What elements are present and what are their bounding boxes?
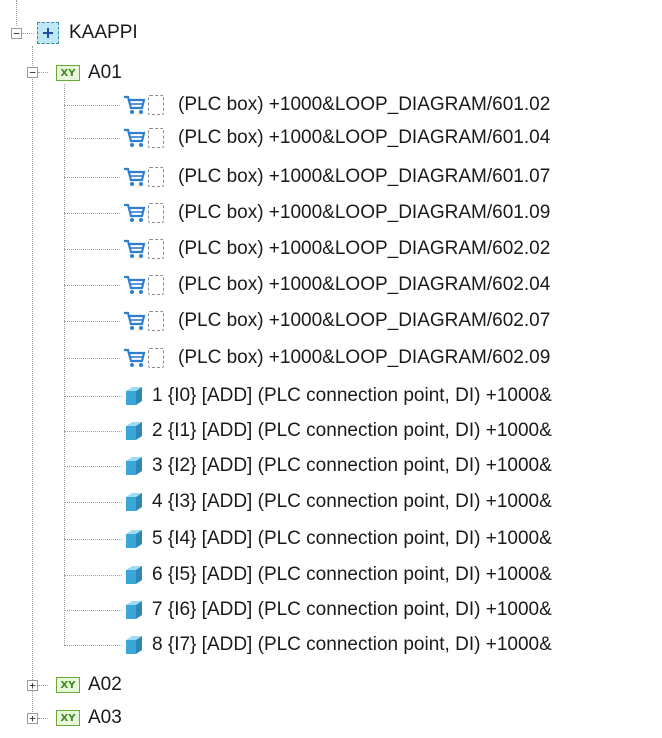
tree-connector-plc-5 bbox=[64, 249, 120, 250]
connection-point-label: 4 {I3} [ADD] (PLC connection point, DI) … bbox=[152, 491, 552, 512]
tree-connector-plc-1 bbox=[64, 105, 120, 106]
tree-connector-root bbox=[22, 33, 34, 34]
cube-icon bbox=[126, 457, 142, 475]
tree-connector-plc-6 bbox=[64, 285, 120, 286]
tree-node-a03-label: A03 bbox=[88, 707, 122, 728]
connection-point-label: 1 {I0} [ADD] (PLC connection point, DI) … bbox=[152, 385, 552, 406]
tree-node-plc-box[interactable]: (PLC box) +1000&LOOP_DIAGRAM/601.02 bbox=[122, 89, 550, 121]
connection-point-label: 7 {I6} [ADD] (PLC connection point, DI) … bbox=[152, 599, 552, 620]
tree-node-root[interactable]: KAAPPI bbox=[37, 17, 138, 49]
tree-node-a01[interactable]: XY A01 bbox=[56, 57, 122, 89]
tree-node-connection-point[interactable]: 1 {I0} [ADD] (PLC connection point, DI) … bbox=[124, 380, 552, 412]
tree-connector-cp-1 bbox=[64, 396, 122, 397]
plc-box-label: (PLC box) +1000&LOOP_DIAGRAM/602.07 bbox=[178, 310, 551, 331]
tree-node-root-label: KAAPPI bbox=[69, 22, 138, 43]
tree-node-connection-point[interactable]: 5 {I4} [ADD] (PLC connection point, DI) … bbox=[124, 523, 552, 555]
a02-expand-toggle[interactable]: + bbox=[27, 680, 38, 691]
tree-node-plc-box[interactable]: (PLC box) +1000&LOOP_DIAGRAM/602.07 bbox=[122, 305, 550, 337]
tree-node-plc-box[interactable]: (PLC box) +1000&LOOP_DIAGRAM/602.04 bbox=[122, 269, 550, 301]
tree-connector-a01-children bbox=[64, 84, 65, 645]
tree-node-connection-point[interactable]: 8 {I7} [ADD] (PLC connection point, DI) … bbox=[124, 629, 552, 661]
xy-group-icon: XY bbox=[56, 65, 80, 81]
cart-icon bbox=[124, 203, 146, 222]
tree-node-plc-box[interactable]: (PLC box) +1000&LOOP_DIAGRAM/601.04 bbox=[122, 122, 550, 154]
a03-expand-toggle[interactable]: + bbox=[27, 713, 38, 724]
cart-icon bbox=[124, 95, 146, 114]
tree-connector-a02 bbox=[38, 685, 48, 686]
connection-point-label: 5 {I4} [ADD] (PLC connection point, DI) … bbox=[152, 528, 552, 549]
tree-connector-plc-2 bbox=[64, 138, 120, 139]
cube-icon bbox=[126, 387, 142, 405]
dashed-box-icon bbox=[148, 95, 164, 115]
plc-box-label: (PLC box) +1000&LOOP_DIAGRAM/602.04 bbox=[178, 274, 551, 295]
plc-box-label: (PLC box) +1000&LOOP_DIAGRAM/602.02 bbox=[178, 238, 551, 259]
tree-node-connection-point[interactable]: 7 {I6} [ADD] (PLC connection point, DI) … bbox=[124, 594, 552, 626]
tree-connector-a03 bbox=[38, 718, 48, 719]
plc-box-label: (PLC box) +1000&LOOP_DIAGRAM/601.02 bbox=[178, 94, 551, 115]
tree-node-connection-point[interactable]: 3 {I2} [ADD] (PLC connection point, DI) … bbox=[124, 450, 552, 482]
plc-box-label: (PLC box) +1000&LOOP_DIAGRAM/601.04 bbox=[178, 127, 551, 148]
tree-connector-cp-8 bbox=[64, 645, 122, 646]
cube-icon bbox=[126, 530, 142, 548]
dashed-box-icon bbox=[148, 311, 164, 331]
plc-box-label: (PLC box) +1000&LOOP_DIAGRAM/602.09 bbox=[178, 347, 551, 368]
root-collapse-toggle[interactable]: − bbox=[11, 28, 22, 39]
connection-point-label: 8 {I7} [ADD] (PLC connection point, DI) … bbox=[152, 634, 552, 655]
cube-icon bbox=[126, 601, 142, 619]
tree-node-plc-box[interactable]: (PLC box) +1000&LOOP_DIAGRAM/602.02 bbox=[122, 233, 550, 265]
a01-collapse-toggle[interactable]: − bbox=[27, 67, 38, 78]
plc-box-label: (PLC box) +1000&LOOP_DIAGRAM/601.09 bbox=[178, 202, 551, 223]
tree-connector-cp-3 bbox=[64, 466, 122, 467]
tree-connector-plc-3 bbox=[64, 177, 120, 178]
dashed-box-icon bbox=[148, 167, 164, 187]
cart-icon bbox=[124, 348, 146, 367]
xy-group-icon: XY bbox=[56, 710, 80, 726]
connection-point-label: 3 {I2} [ADD] (PLC connection point, DI) … bbox=[152, 455, 552, 476]
tree-node-a03[interactable]: XY A03 bbox=[56, 702, 122, 734]
cube-icon bbox=[126, 636, 142, 654]
tree-connector-top bbox=[16, 0, 17, 26]
dashed-box-icon bbox=[148, 348, 164, 368]
tree-node-plc-box[interactable]: (PLC box) +1000&LOOP_DIAGRAM/602.09 bbox=[122, 342, 550, 374]
cube-icon bbox=[126, 566, 142, 584]
tree-node-a01-label: A01 bbox=[88, 62, 122, 83]
cube-icon bbox=[126, 493, 142, 511]
tree-node-connection-point[interactable]: 4 {I3} [ADD] (PLC connection point, DI) … bbox=[124, 486, 552, 518]
tree-connector-root-children bbox=[32, 46, 33, 718]
tree-connector-cp-2 bbox=[64, 431, 122, 432]
xy-group-icon: XY bbox=[56, 677, 80, 693]
cart-icon bbox=[124, 275, 146, 294]
tree-connector-plc-4 bbox=[64, 213, 120, 214]
cart-icon bbox=[124, 167, 146, 186]
plc-box-label: (PLC box) +1000&LOOP_DIAGRAM/601.07 bbox=[178, 166, 551, 187]
tree-node-connection-point[interactable]: 6 {I5} [ADD] (PLC connection point, DI) … bbox=[124, 559, 552, 591]
tree-node-plc-box[interactable]: (PLC box) +1000&LOOP_DIAGRAM/601.09 bbox=[122, 197, 550, 229]
dashed-box-icon bbox=[148, 203, 164, 223]
tree-connector-plc-7 bbox=[64, 321, 120, 322]
tree-connector-cp-5 bbox=[64, 539, 122, 540]
tree-connector-cp-4 bbox=[64, 502, 122, 503]
dashed-box-icon bbox=[148, 128, 164, 148]
connection-point-label: 2 {I1} [ADD] (PLC connection point, DI) … bbox=[152, 420, 552, 441]
cart-icon bbox=[124, 239, 146, 258]
tree-node-plc-box[interactable]: (PLC box) +1000&LOOP_DIAGRAM/601.07 bbox=[122, 161, 550, 193]
project-tree: − KAAPPI − XY A01 (PLC box) +1000&LOOP_D… bbox=[0, 0, 662, 738]
cart-icon bbox=[124, 311, 146, 330]
tree-node-a02-label: A02 bbox=[88, 674, 122, 695]
tree-connector-cp-7 bbox=[64, 610, 122, 611]
connection-point-label: 6 {I5} [ADD] (PLC connection point, DI) … bbox=[152, 564, 552, 585]
tree-node-a02[interactable]: XY A02 bbox=[56, 669, 122, 701]
tree-connector-a01 bbox=[38, 72, 48, 73]
dashed-box-icon bbox=[148, 239, 164, 259]
tree-connector-plc-8 bbox=[64, 358, 120, 359]
plus-box-icon bbox=[37, 22, 59, 44]
dashed-box-icon bbox=[148, 275, 164, 295]
cart-icon bbox=[124, 128, 146, 147]
cube-icon bbox=[126, 422, 142, 440]
tree-connector-cp-6 bbox=[64, 575, 122, 576]
tree-node-connection-point[interactable]: 2 {I1} [ADD] (PLC connection point, DI) … bbox=[124, 415, 552, 447]
